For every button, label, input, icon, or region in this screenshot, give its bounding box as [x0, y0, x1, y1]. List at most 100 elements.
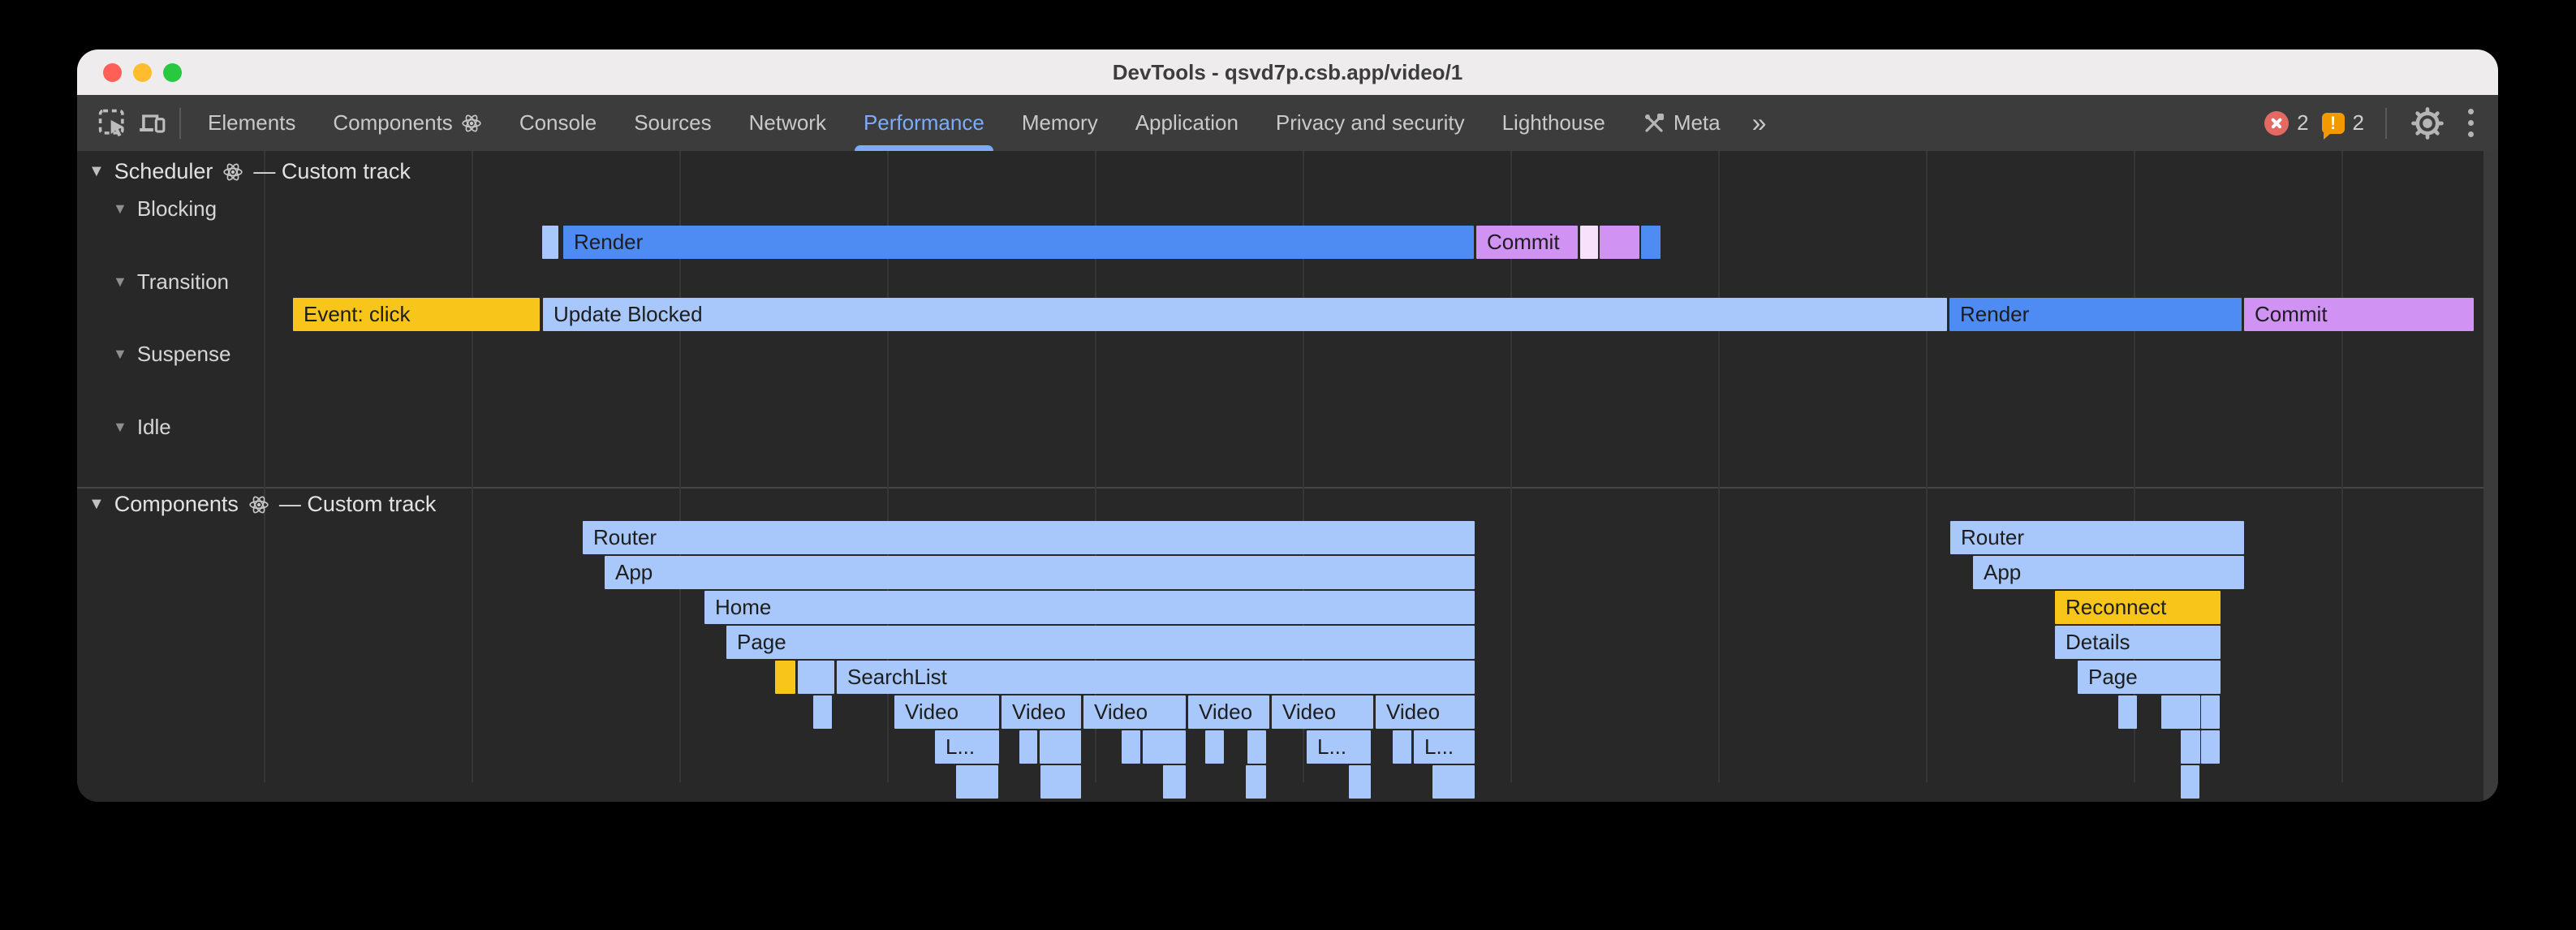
- flame-bar[interactable]: [2161, 695, 2200, 729]
- flame-bar-app[interactable]: App: [605, 556, 1475, 589]
- flame-bar[interactable]: [775, 661, 795, 694]
- flame-bar-home[interactable]: Home: [704, 591, 1475, 624]
- flame-bar[interactable]: [1143, 730, 1186, 764]
- flame-bar-router[interactable]: Router: [1950, 521, 2244, 554]
- flame-bar[interactable]: [2201, 695, 2220, 729]
- lane-blocking[interactable]: ▼ Blocking: [113, 196, 217, 222]
- tab-components[interactable]: Components: [314, 95, 500, 151]
- flame-bar[interactable]: [956, 765, 998, 799]
- flame-bar-video[interactable]: Video: [1376, 695, 1475, 729]
- tab-elements[interactable]: Elements: [189, 95, 314, 151]
- flame-bar[interactable]: [1247, 730, 1266, 764]
- collapse-triangle-icon[interactable]: ▼: [88, 495, 105, 514]
- flame-bar[interactable]: [2118, 695, 2137, 729]
- console-warning-icon[interactable]: !: [2322, 113, 2345, 134]
- collapse-triangle-icon[interactable]: ▼: [113, 419, 127, 436]
- close-button[interactable]: [103, 63, 122, 82]
- flame-bar-l[interactable]: L...: [935, 730, 999, 764]
- flame-bar[interactable]: [1349, 765, 1371, 799]
- flame-bar-router[interactable]: Router: [583, 521, 1475, 554]
- warning-count[interactable]: 2: [2353, 110, 2364, 136]
- flame-bar-video[interactable]: Video: [1083, 695, 1186, 729]
- lane-transition[interactable]: ▼ Transition: [113, 269, 229, 295]
- flame-bar[interactable]: [1163, 765, 1186, 799]
- flame-bar[interactable]: [2201, 730, 2220, 764]
- tab-meta[interactable]: Meta: [1624, 95, 1739, 151]
- scheduler-event-event-click[interactable]: Event: click: [293, 298, 540, 331]
- scheduler-event-render[interactable]: Render: [1949, 298, 2242, 331]
- flame-bar-l[interactable]: L...: [1307, 730, 1371, 764]
- flame-bar-app[interactable]: App: [1973, 556, 2244, 589]
- scheduler-event[interactable]: [1600, 226, 1639, 259]
- tab-application[interactable]: Application: [1117, 95, 1257, 151]
- time-gridline: [264, 151, 265, 782]
- flame-bar-video[interactable]: Video: [1272, 695, 1373, 729]
- scheduler-event[interactable]: [542, 226, 558, 259]
- collapse-triangle-icon[interactable]: ▼: [113, 200, 127, 217]
- track-title: Scheduler: [114, 159, 213, 184]
- vertical-scrollbar[interactable]: [2483, 151, 2498, 802]
- tab-memory[interactable]: Memory: [1003, 95, 1117, 151]
- components-track-header[interactable]: ▼ Components — Custom track: [88, 492, 436, 517]
- flame-bar[interactable]: [2181, 730, 2200, 764]
- react-atom-icon: [461, 113, 482, 134]
- flame-bar-searchlist[interactable]: SearchList: [837, 661, 1475, 694]
- flame-bar[interactable]: [813, 695, 832, 729]
- scheduler-event-render[interactable]: Render: [563, 226, 1474, 259]
- inspect-element-button[interactable]: [93, 102, 132, 144]
- toolbar-divider: [2385, 108, 2387, 139]
- collapse-triangle-icon[interactable]: ▼: [113, 346, 127, 363]
- device-toolbar-icon: [136, 108, 167, 139]
- flame-bar-details[interactable]: Details: [2055, 626, 2221, 659]
- minimize-button[interactable]: [133, 63, 152, 82]
- device-toolbar-button[interactable]: [132, 102, 171, 144]
- more-tabs-button[interactable]: »: [1739, 108, 1780, 138]
- tab-label: Performance: [864, 110, 984, 136]
- tab-performance[interactable]: Performance: [845, 95, 1003, 151]
- flame-bar[interactable]: [1393, 730, 1411, 764]
- flame-bar-reconnect[interactable]: Reconnect: [2055, 591, 2221, 624]
- scheduler-event-commit[interactable]: Commit: [2244, 298, 2474, 331]
- lane-suspense[interactable]: ▼ Suspense: [113, 342, 230, 367]
- tab-sources[interactable]: Sources: [615, 95, 730, 151]
- tab-network[interactable]: Network: [730, 95, 845, 151]
- collapse-triangle-icon[interactable]: ▼: [88, 162, 105, 181]
- scheduler-event-commit[interactable]: Commit: [1476, 226, 1578, 259]
- track-suffix: — Custom track: [279, 492, 437, 517]
- lane-idle[interactable]: ▼ Idle: [113, 415, 171, 440]
- react-atom-icon: [222, 161, 243, 183]
- tab-privacy-and-security[interactable]: Privacy and security: [1257, 95, 1484, 151]
- tab-console[interactable]: Console: [501, 95, 615, 151]
- flame-bar[interactable]: [1019, 730, 1037, 764]
- scheduler-event[interactable]: [1580, 226, 1598, 259]
- flame-bar[interactable]: [1432, 765, 1475, 799]
- flame-bar[interactable]: [1205, 730, 1224, 764]
- performance-panel: ▼ Scheduler — Custom track ▼ Blocking ▼ …: [77, 151, 2498, 802]
- panel-tabs: ElementsComponentsConsoleSourcesNetwork P…: [189, 95, 1739, 151]
- flame-bar[interactable]: [798, 661, 834, 694]
- flame-bar[interactable]: [1246, 765, 1266, 799]
- flame-bar-video[interactable]: Video: [1188, 695, 1269, 729]
- scheduler-event-update-blocked[interactable]: Update Blocked: [543, 298, 1947, 331]
- flame-bar-page[interactable]: Page: [2078, 661, 2221, 694]
- flame-bar[interactable]: [1040, 730, 1081, 764]
- flame-bar-page[interactable]: Page: [726, 626, 1475, 659]
- flame-bar-video[interactable]: Video: [894, 695, 999, 729]
- flame-bar[interactable]: [2181, 765, 2199, 799]
- react-atom-icon: [248, 494, 269, 515]
- scheduler-event[interactable]: [1641, 226, 1661, 259]
- collapse-triangle-icon[interactable]: ▼: [113, 273, 127, 291]
- zoom-button[interactable]: [163, 63, 182, 82]
- tools-icon: [1643, 112, 1665, 135]
- flame-bar[interactable]: [1122, 730, 1140, 764]
- flame-bar-l[interactable]: L...: [1414, 730, 1475, 764]
- flame-bar[interactable]: [1040, 765, 1081, 799]
- scheduler-track-header[interactable]: ▼ Scheduler — Custom track: [88, 159, 411, 184]
- more-options-button[interactable]: [2460, 109, 2482, 137]
- error-count[interactable]: 2: [2297, 110, 2308, 136]
- tab-lighthouse[interactable]: Lighthouse: [1484, 95, 1624, 151]
- console-error-icon[interactable]: [2264, 111, 2289, 136]
- settings-button[interactable]: [2408, 102, 2447, 144]
- time-gridline: [2341, 151, 2343, 782]
- flame-bar-video[interactable]: Video: [1002, 695, 1081, 729]
